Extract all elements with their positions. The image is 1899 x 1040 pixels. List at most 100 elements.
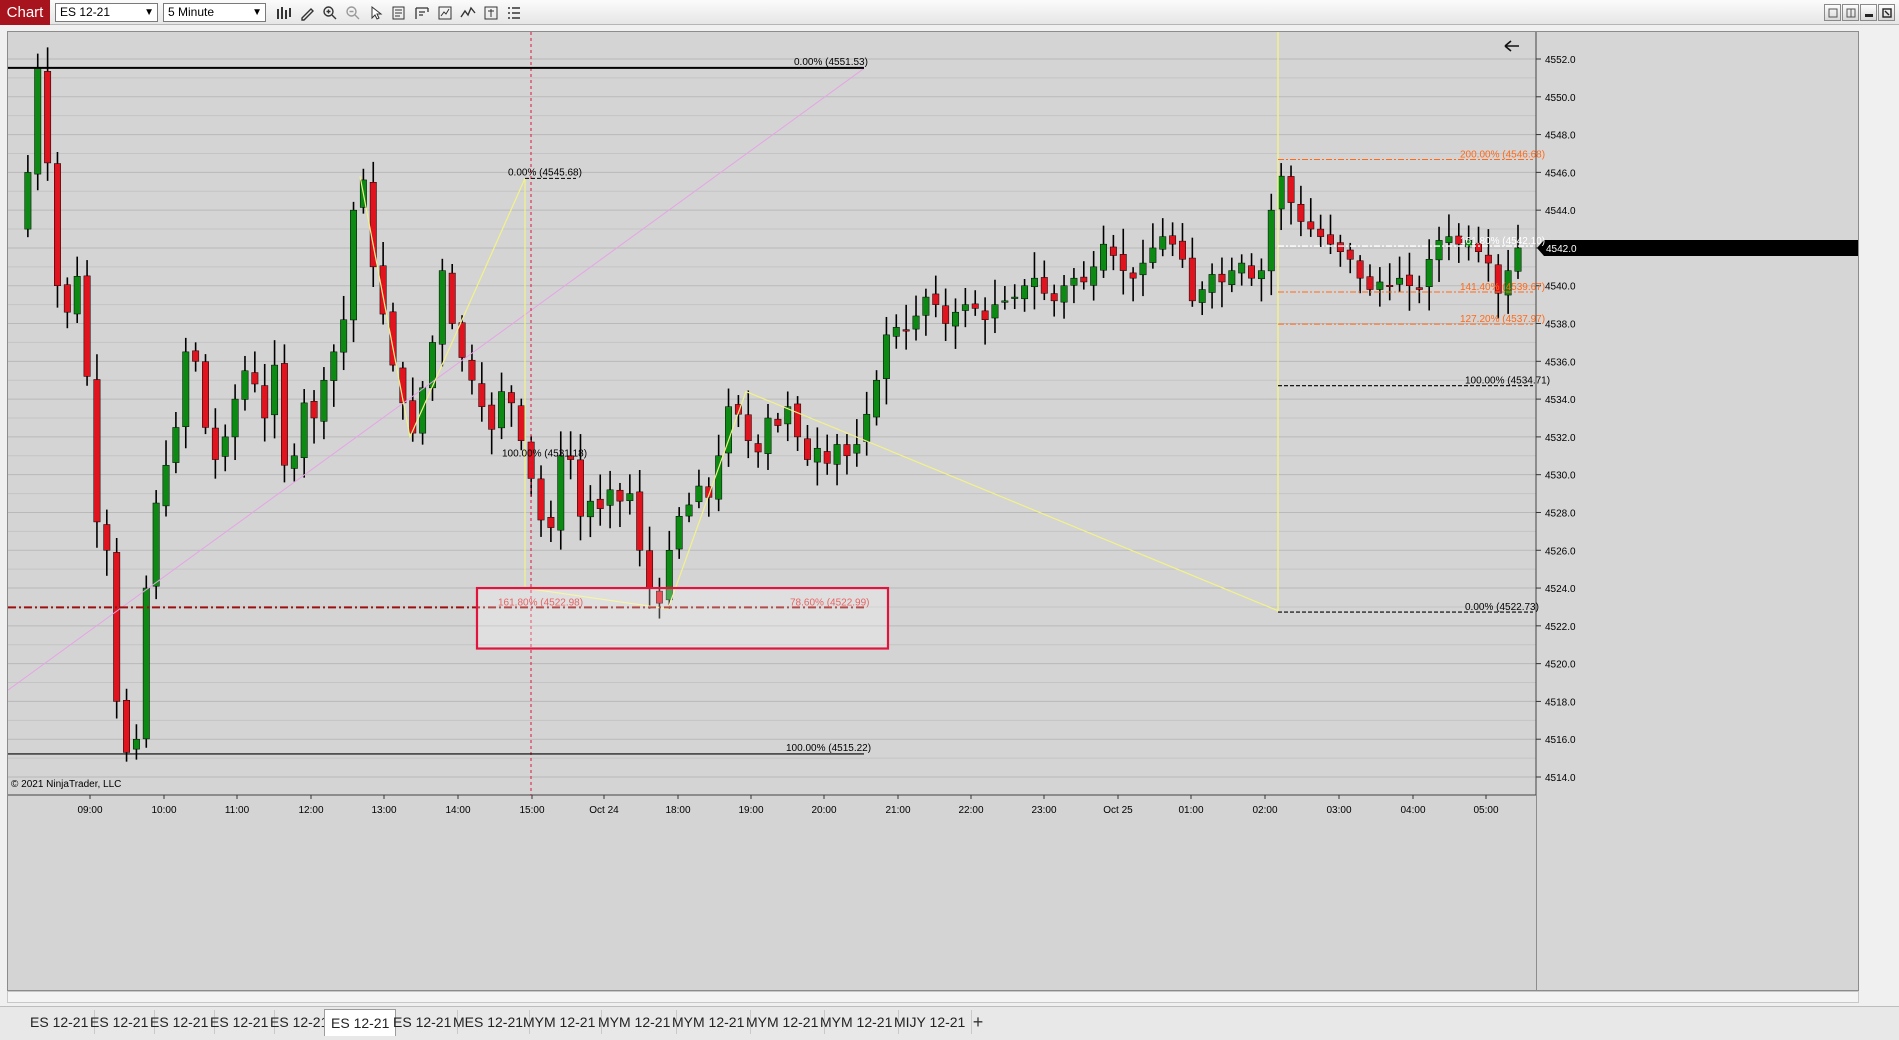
chart-scrollbar[interactable] <box>7 991 1859 1003</box>
candle-body <box>754 443 762 453</box>
time-tick-label: 18:00 <box>665 805 690 816</box>
time-tick-label: 14:00 <box>445 805 470 816</box>
last-price-label: 4542.0 <box>1546 244 1577 255</box>
candle-body <box>764 417 772 454</box>
fib-ext-label: 161.80% (4542.10) <box>1460 236 1545 247</box>
chart-tab[interactable]: MYM 12-21 <box>740 1010 826 1034</box>
candle-body <box>912 315 920 330</box>
data-box-icon[interactable] <box>389 3 409 23</box>
price-tick-label: 4536.0 <box>1545 357 1576 368</box>
minimize-icon[interactable] <box>1860 4 1877 21</box>
candle-body <box>1257 270 1265 280</box>
chart-tab[interactable]: MYM 12-21 <box>666 1010 752 1034</box>
candle-body <box>695 485 703 503</box>
candle-body <box>1405 274 1413 286</box>
candle-body <box>458 322 466 358</box>
ninjatrader-chart-window: Chart ES 12-21 ▼ 5 Minute ▼ 4552.0 4550.… <box>0 0 1899 1040</box>
price-chart[interactable]: 4552.0 4550.0 4548.0 4546.0 4544.0 4540.0 4538… <box>8 32 1859 991</box>
time-tick-label: 01:00 <box>1178 805 1203 816</box>
price-tick-label: 4526.0 <box>1545 546 1576 557</box>
price-tick-label: 4516.0 <box>1545 735 1576 746</box>
fib-ext-label: 0.00% (4522.73) <box>1465 602 1539 613</box>
close-icon[interactable] <box>1878 4 1895 21</box>
candle-body <box>1277 175 1285 210</box>
price-tick-label: 4518.0 <box>1545 697 1576 708</box>
time-tick-label: Oct 24 <box>589 805 619 816</box>
tile-icon[interactable] <box>1842 4 1859 21</box>
price-tick-label: 4530.0 <box>1545 471 1576 482</box>
time-tick-label: 04:00 <box>1400 805 1425 816</box>
candle-body <box>1267 209 1275 272</box>
candle-body <box>419 387 427 434</box>
time-tick-label: 12:00 <box>298 805 323 816</box>
candle-body <box>873 379 881 418</box>
candle-body <box>1366 276 1374 290</box>
candle-body <box>1208 274 1216 293</box>
interval-selector[interactable]: 5 Minute ▼ <box>163 3 266 22</box>
chart-menu-button[interactable]: Chart <box>0 0 50 25</box>
candle-body <box>981 310 989 320</box>
candle-body <box>892 327 900 337</box>
candle-body <box>1100 243 1107 271</box>
chart-tab[interactable]: MYM 12-21 <box>517 1010 603 1034</box>
time-tick-label: 10:00 <box>151 805 176 816</box>
instrument-selector[interactable]: ES 12-21 ▼ <box>55 3 158 22</box>
price-tick-label: 4550.0 <box>1545 93 1576 104</box>
time-axis <box>8 795 1536 990</box>
candle-body <box>646 550 654 589</box>
candle-body <box>1287 176 1295 203</box>
indicators-icon[interactable] <box>458 3 478 23</box>
candle-body <box>1139 262 1147 276</box>
candle-body <box>1238 262 1246 274</box>
add-tab-button[interactable]: + <box>966 1010 990 1034</box>
time-tick-label: 11:00 <box>225 805 250 816</box>
candle-body <box>1228 270 1236 286</box>
candle-body <box>1356 260 1364 279</box>
candle-body <box>261 385 269 419</box>
candle-body <box>1021 285 1029 300</box>
candle-body <box>636 491 644 551</box>
price-tick-label: 4532.0 <box>1545 433 1576 444</box>
bar-type-icon[interactable] <box>274 3 294 23</box>
candle-body <box>34 68 42 175</box>
restore-icon[interactable] <box>1824 4 1841 21</box>
candle-body <box>922 296 930 316</box>
candle-body <box>241 370 249 400</box>
properties-icon[interactable] <box>412 3 432 23</box>
candle-body <box>93 379 101 523</box>
chart-tab[interactable]: MIJY 12-21 <box>888 1010 973 1034</box>
candle-body <box>794 403 802 438</box>
candle-body <box>271 364 279 416</box>
strategies-icon[interactable] <box>435 3 455 23</box>
price-tick-label: 4544.0 <box>1545 206 1576 217</box>
fib-label-retr-0: 0.00% (4545.68) <box>508 167 582 178</box>
price-tick-label: 4522.0 <box>1545 622 1576 633</box>
candle-body <box>577 459 584 517</box>
candle-body <box>1040 277 1048 294</box>
more-icon[interactable] <box>504 3 524 23</box>
chart-panel[interactable]: 4552.0 4550.0 4548.0 4546.0 4544.0 4540.0 4538… <box>7 31 1859 991</box>
candle-body <box>152 502 160 587</box>
pointer-icon[interactable] <box>366 3 386 23</box>
zoom-out-icon[interactable] <box>343 3 363 23</box>
fib-label-top: 0.00% (4551.53) <box>794 57 868 68</box>
candle-body <box>804 438 811 460</box>
candle-body <box>1445 236 1453 243</box>
chart-trader-icon[interactable] <box>481 3 501 23</box>
candle-body <box>823 451 831 464</box>
candle-body <box>1376 281 1384 290</box>
candle-body <box>942 305 950 324</box>
chart-tab[interactable]: ES 12-21 <box>324 1009 397 1036</box>
last-price-marker <box>1537 239 1858 256</box>
zoom-in-icon[interactable] <box>320 3 340 23</box>
drawing-tool-icon[interactable] <box>297 3 317 23</box>
time-tick-label: 21:00 <box>885 805 910 816</box>
candle-body <box>1307 221 1315 230</box>
candle-body <box>300 402 308 458</box>
candle-body <box>1248 265 1256 279</box>
candle-body <box>1415 287 1423 290</box>
chart-tab[interactable]: MYM 12-21 <box>592 1010 678 1034</box>
candle-body <box>1119 254 1127 271</box>
chart-tab[interactable]: MYM 12-21 <box>814 1010 900 1034</box>
candle-body <box>1129 272 1137 279</box>
